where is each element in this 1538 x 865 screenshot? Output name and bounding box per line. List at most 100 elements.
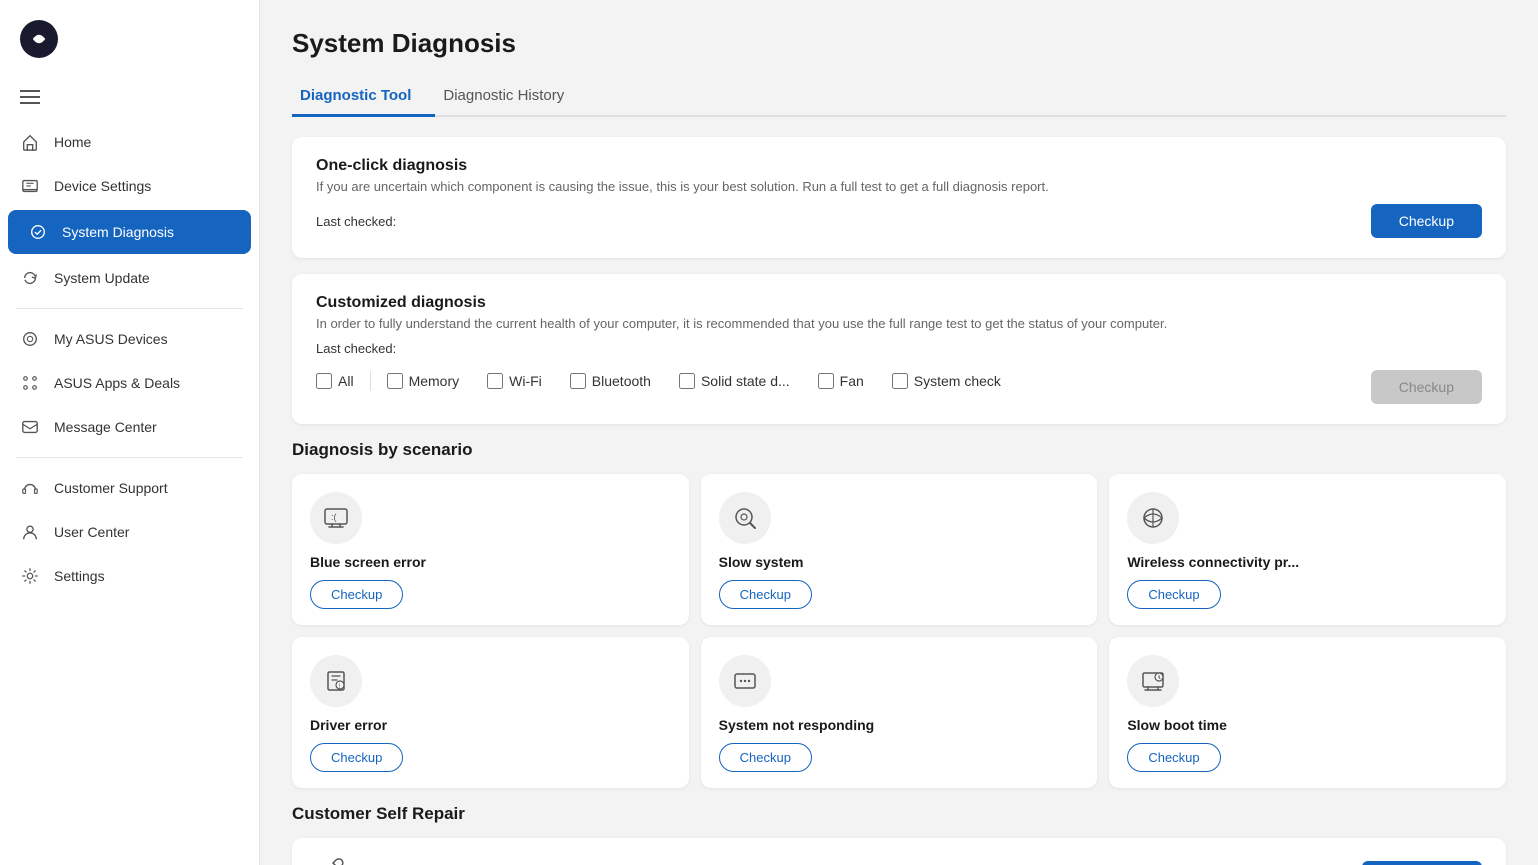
nav-divider-2 (16, 457, 243, 458)
checkbox-syscheck-input[interactable] (892, 373, 908, 389)
home-icon (20, 132, 40, 152)
sidebar-item-customer-support[interactable]: Customer Support (0, 466, 259, 510)
system-update-icon (20, 268, 40, 288)
scenario-card-driver-error: ! Driver error Checkup (292, 637, 689, 788)
tab-diagnostic-tool[interactable]: Diagnostic Tool (292, 77, 435, 117)
checkbox-ssd[interactable]: Solid state d... (665, 373, 804, 389)
scenario-card-not-responding: System not responding Checkup (701, 637, 1098, 788)
scenario-card-slow-boot: Slow boot time Checkup (1109, 637, 1506, 788)
message-center-icon (20, 417, 40, 437)
customer-self-repair-title: Customer Self Repair (292, 804, 1506, 824)
wireless-name: Wireless connectivity pr... (1127, 554, 1299, 570)
checkbox-syscheck[interactable]: System check (878, 373, 1015, 389)
wireless-checkup-button[interactable]: Checkup (1127, 580, 1220, 609)
page-title: System Diagnosis (292, 28, 1506, 59)
checkbox-memory[interactable]: Memory (373, 373, 474, 389)
sidebar-item-asus-apps-deals[interactable]: ASUS Apps & Deals (0, 361, 259, 405)
csr-icon (316, 856, 352, 865)
checkbox-fan[interactable]: Fan (804, 373, 878, 389)
checkbox-all[interactable]: All (316, 373, 368, 389)
scenario-card-slow-system: Slow system Checkup (701, 474, 1098, 625)
sidebar-item-system-diagnosis[interactable]: System Diagnosis (8, 210, 251, 254)
checkbox-fan-label: Fan (840, 373, 864, 389)
slow-boot-checkup-button[interactable]: Checkup (1127, 743, 1220, 772)
sidebar-item-asus-apps-deals-label: ASUS Apps & Deals (54, 375, 180, 391)
sidebar-item-home-label: Home (54, 134, 91, 150)
checkbox-all-input[interactable] (316, 373, 332, 389)
tab-diagnostic-history[interactable]: Diagnostic History (435, 77, 588, 117)
slow-system-name: Slow system (719, 554, 804, 570)
nav-divider-1 (16, 308, 243, 309)
asus-apps-deals-icon (20, 373, 40, 393)
one-click-last-checked: Last checked: (316, 214, 396, 229)
one-click-checkup-button[interactable]: Checkup (1371, 204, 1482, 238)
blue-screen-name: Blue screen error (310, 554, 426, 570)
customized-title: Customized diagnosis (316, 294, 1482, 312)
one-click-title: One-click diagnosis (316, 157, 1482, 175)
checkbox-wifi[interactable]: Wi-Fi (473, 373, 556, 389)
one-click-row: Last checked: Checkup (316, 204, 1482, 238)
checkbox-wifi-label: Wi-Fi (509, 373, 542, 389)
customized-desc: In order to fully understand the current… (316, 316, 1482, 331)
blue-screen-icon: :( (310, 492, 362, 544)
not-responding-checkup-button[interactable]: Checkup (719, 743, 812, 772)
checkbox-ssd-label: Solid state d... (701, 373, 790, 389)
checkbox-bluetooth-label: Bluetooth (592, 373, 651, 389)
scenario-grid: :( Blue screen error Checkup Slow system… (292, 474, 1506, 788)
main-content: System Diagnosis Diagnostic Tool Diagnos… (260, 0, 1538, 865)
sidebar-item-user-center[interactable]: User Center (0, 510, 259, 554)
sidebar: Home Device Settings System Diagnosis Sy… (0, 0, 260, 865)
driver-error-checkup-button[interactable]: Checkup (310, 743, 403, 772)
logo-icon (20, 20, 58, 58)
checkbox-all-label: All (338, 373, 354, 389)
sidebar-item-device-settings[interactable]: Device Settings (0, 164, 259, 208)
driver-error-icon: ! (310, 655, 362, 707)
hamburger-button[interactable] (0, 78, 259, 120)
scenario-card-blue-screen: :( Blue screen error Checkup (292, 474, 689, 625)
sidebar-nav: Home Device Settings System Diagnosis Sy… (0, 120, 259, 865)
sidebar-item-user-center-label: User Center (54, 524, 129, 540)
customized-last-checked: Last checked: (316, 341, 1482, 356)
settings-icon (20, 566, 40, 586)
sidebar-item-settings[interactable]: Settings (0, 554, 259, 598)
slow-boot-icon (1127, 655, 1179, 707)
checkbox-ssd-input[interactable] (679, 373, 695, 389)
scenario-card-wireless: Wireless connectivity pr... Checkup (1109, 474, 1506, 625)
sidebar-item-my-asus-devices-label: My ASUS Devices (54, 331, 168, 347)
sidebar-item-system-update[interactable]: System Update (0, 256, 259, 300)
svg-text::(: :( (331, 512, 337, 522)
user-center-icon (20, 522, 40, 542)
sidebar-item-system-update-label: System Update (54, 270, 150, 286)
checkbox-fan-input[interactable] (818, 373, 834, 389)
checkbox-list: All Memory Wi-Fi Bluetooth Solid st (316, 371, 1015, 391)
checkbox-bluetooth[interactable]: Bluetooth (556, 373, 665, 389)
blue-screen-checkup-button[interactable]: Checkup (310, 580, 403, 609)
not-responding-icon (719, 655, 771, 707)
sidebar-item-customer-support-label: Customer Support (54, 480, 168, 496)
sidebar-item-device-settings-label: Device Settings (54, 178, 151, 194)
checkbox-memory-input[interactable] (387, 373, 403, 389)
tabs-bar: Diagnostic Tool Diagnostic History (292, 77, 1506, 117)
customized-checkup-button[interactable]: Checkup (1371, 370, 1482, 404)
customized-diagnosis-card: Customized diagnosis In order to fully u… (292, 274, 1506, 424)
sidebar-item-settings-label: Settings (54, 568, 105, 584)
slow-system-icon (719, 492, 771, 544)
one-click-diagnosis-card: One-click diagnosis If you are uncertain… (292, 137, 1506, 258)
customer-support-icon (20, 478, 40, 498)
app-logo (0, 0, 259, 78)
sidebar-item-my-asus-devices[interactable]: My ASUS Devices (0, 317, 259, 361)
checkbox-bluetooth-input[interactable] (570, 373, 586, 389)
slow-system-checkup-button[interactable]: Checkup (719, 580, 812, 609)
my-asus-devices-icon (20, 329, 40, 349)
wireless-icon (1127, 492, 1179, 544)
sidebar-item-message-center[interactable]: Message Center (0, 405, 259, 449)
checkbox-wifi-input[interactable] (487, 373, 503, 389)
checkbox-divider-1 (370, 371, 371, 391)
learn-more-button[interactable]: Learn more (1362, 861, 1482, 865)
customized-checkboxes-row: All Memory Wi-Fi Bluetooth Solid st (316, 370, 1482, 404)
sidebar-item-system-diagnosis-label: System Diagnosis (62, 224, 174, 240)
sidebar-item-home[interactable]: Home (0, 120, 259, 164)
driver-error-name: Driver error (310, 717, 387, 733)
one-click-desc: If you are uncertain which component is … (316, 179, 1482, 194)
diagnosis-by-scenario-title: Diagnosis by scenario (292, 440, 1506, 460)
